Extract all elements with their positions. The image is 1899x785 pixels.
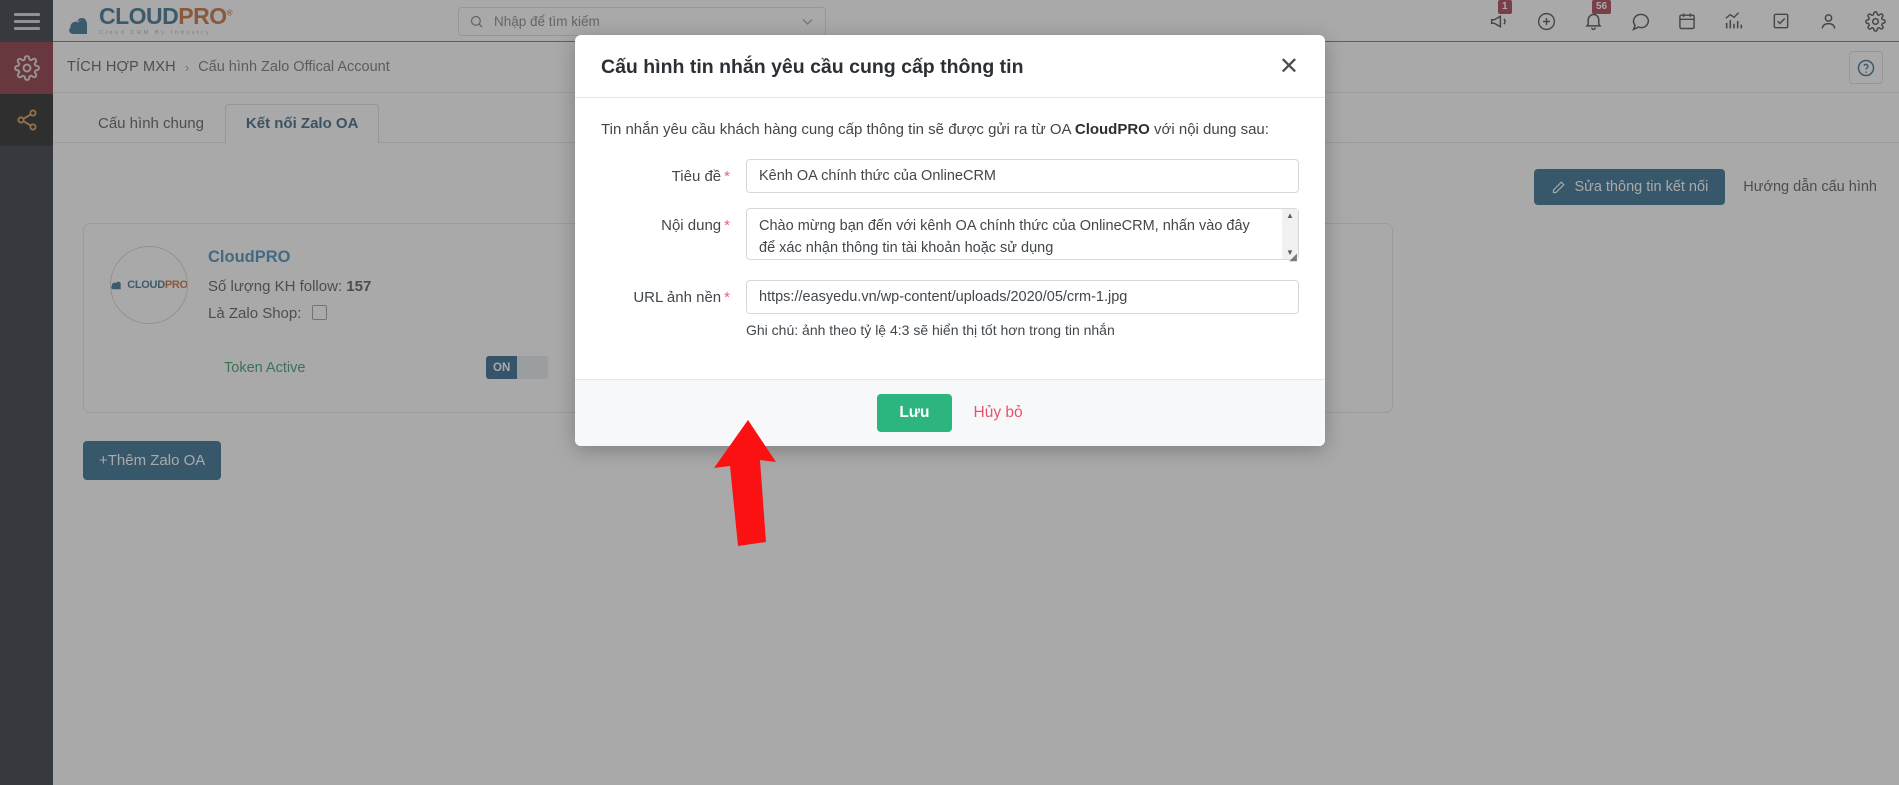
image-url-label-text: URL ảnh nền [633,289,722,307]
modal-header: Cấu hình tin nhắn yêu cầu cung cấp thông… [575,35,1325,98]
image-url-required-mark: * [724,289,730,307]
close-icon[interactable]: ✕ [1279,55,1299,79]
content-label-text: Nội dung [661,217,722,235]
image-url-input[interactable] [746,280,1299,315]
config-message-modal: Cấu hình tin nhắn yêu cầu cung cấp thông… [575,35,1325,447]
save-button[interactable]: Lưu [877,394,952,433]
modal-intro-text: Tin nhắn yêu cầu khách hàng cung cấp thô… [601,118,1291,141]
modal-footer: Lưu Hủy bỏ [575,379,1325,447]
field-row-content: Nội dung* ▲ ▼ ◢ [601,208,1299,265]
image-url-field-label: URL ảnh nền * [601,280,746,306]
title-field-label: Tiêu đề * [601,159,746,185]
modal-title: Cấu hình tin nhắn yêu cầu cung cấp thông… [601,55,1024,78]
modal-body: Tin nhắn yêu cầu khách hàng cung cấp thô… [575,98,1325,379]
field-row-image-url: URL ảnh nền* Ghi chú: ảnh theo tỷ lệ 4:3… [601,280,1299,338]
cancel-button[interactable]: Hủy bỏ [974,404,1023,422]
scroll-up-arrow-icon[interactable]: ▲ [1286,211,1294,220]
textarea-resize-handle-icon[interactable]: ◢ [1289,252,1297,263]
intro-suffix: với nội dung sau: [1149,121,1269,138]
title-input[interactable] [746,159,1299,194]
content-textarea-wrap: ▲ ▼ ◢ [746,208,1299,265]
image-url-note: Ghi chú: ảnh theo tỷ lệ 4:3 sẽ hiển thị … [746,322,1115,339]
field-row-title: Tiêu đề * [601,159,1299,194]
title-required-mark: * [724,168,730,186]
title-field-control [746,159,1299,194]
intro-prefix: Tin nhắn yêu cầu khách hàng cung cấp thô… [601,121,1075,138]
image-url-field-control: Ghi chú: ảnh theo tỷ lệ 4:3 sẽ hiển thị … [746,280,1299,338]
content-field-control: ▲ ▼ ◢ [746,208,1299,265]
content-textarea[interactable] [746,208,1299,261]
app-root: CLOUDPRO® Cloud CRM By Industry 1 [0,0,1899,785]
content-required-mark: * [724,217,730,235]
title-label-text: Tiêu đề [671,168,722,186]
intro-brand: CloudPRO [1074,121,1150,138]
content-field-label: Nội dung * [601,208,746,234]
